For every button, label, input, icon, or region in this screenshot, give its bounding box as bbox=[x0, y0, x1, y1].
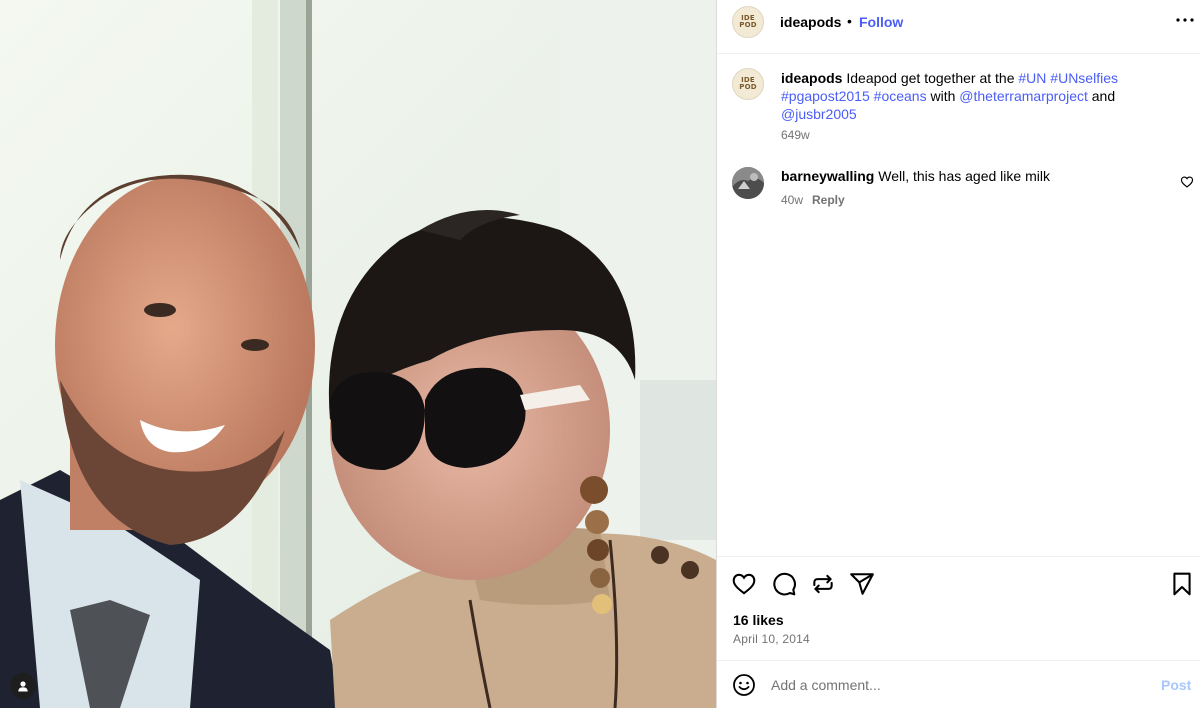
commenter-avatar[interactable] bbox=[732, 167, 764, 199]
heart-icon[interactable] bbox=[731, 571, 757, 597]
comment-timestamp[interactable]: 40w bbox=[781, 193, 803, 207]
caption-timestamp[interactable]: 649w bbox=[781, 128, 810, 142]
caption-text: Ideapod get together at the bbox=[842, 70, 1019, 86]
post-photo[interactable] bbox=[0, 0, 716, 708]
selfie-image bbox=[0, 0, 716, 708]
post-caption: ideapods Ideapod get together at the #UN… bbox=[781, 69, 1181, 123]
separator-dot: • bbox=[847, 13, 852, 29]
comment-text: Well, this has aged like milk bbox=[874, 168, 1050, 184]
avatar-logo-line-2: POD bbox=[739, 21, 757, 29]
post-date[interactable]: April 10, 2014 bbox=[733, 632, 810, 646]
emoji-icon[interactable] bbox=[732, 673, 756, 697]
mention-theterramarproject[interactable]: @theterramarproject bbox=[959, 88, 1088, 104]
bookmark-icon[interactable] bbox=[1169, 571, 1195, 597]
avatar-logo-line-2: POD bbox=[739, 83, 757, 91]
author-avatar[interactable]: IDE POD bbox=[732, 6, 764, 38]
mention-jusbr2005[interactable]: @jusbr2005 bbox=[781, 106, 857, 122]
comment-icon[interactable] bbox=[771, 571, 797, 597]
hashtag-un[interactable]: #UN bbox=[1018, 70, 1046, 86]
caption-text: and bbox=[1087, 88, 1116, 104]
post-comment-button[interactable]: Post bbox=[1161, 677, 1191, 693]
reply-button[interactable]: Reply bbox=[812, 193, 845, 207]
caption-text: with bbox=[926, 88, 960, 104]
post-details-panel: IDE POD ideapods • Follow IDE POD ideapo… bbox=[716, 0, 1200, 708]
caption-username[interactable]: ideapods bbox=[781, 70, 842, 86]
user-icon bbox=[18, 681, 28, 692]
hashtag-pgapost2015[interactable]: #pgapost2015 bbox=[781, 88, 870, 104]
post-header: IDE POD ideapods • Follow bbox=[717, 0, 1200, 54]
post-actions: 16 likes April 10, 2014 bbox=[717, 556, 1200, 660]
comment-meta: 40w Reply bbox=[781, 193, 845, 207]
more-horizontal-icon[interactable] bbox=[1173, 8, 1197, 32]
hashtag-oceans[interactable]: #oceans bbox=[874, 88, 927, 104]
hashtag-unselfies[interactable]: #UNselfies bbox=[1050, 70, 1118, 86]
follow-button[interactable]: Follow bbox=[859, 14, 903, 30]
share-icon[interactable] bbox=[849, 571, 875, 597]
tagged-users-button[interactable] bbox=[10, 673, 36, 699]
caption-author-avatar[interactable]: IDE POD bbox=[732, 68, 764, 100]
comment-like-heart-icon[interactable] bbox=[1180, 175, 1194, 189]
comment-body: barneywalling Well, this has aged like m… bbox=[781, 167, 1050, 185]
likes-count[interactable]: 16 likes bbox=[733, 612, 784, 628]
repost-icon[interactable] bbox=[810, 571, 836, 597]
add-comment-bar: Post bbox=[717, 660, 1200, 708]
author-username[interactable]: ideapods bbox=[780, 14, 841, 30]
comment-username[interactable]: barneywalling bbox=[781, 168, 874, 184]
comment-input[interactable] bbox=[771, 673, 1141, 697]
